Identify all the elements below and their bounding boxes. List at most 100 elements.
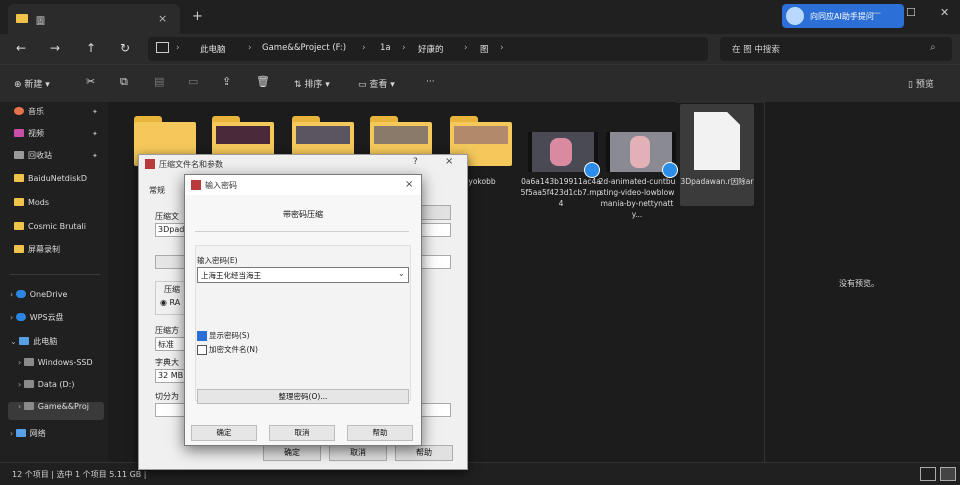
sidebar-item-label: Windows-SSD: [37, 358, 93, 367]
close-window-button[interactable]: ✕: [940, 6, 949, 19]
sidebar-item-label: WPS云盘: [29, 313, 64, 322]
search-icon: ⌕: [930, 42, 936, 53]
chevron-down-icon[interactable]: ⌄: [398, 269, 405, 278]
video-preview: [550, 138, 572, 166]
sidebar-item-drive[interactable]: › Windows-SSD: [18, 358, 104, 376]
help-button[interactable]: 帮助: [395, 445, 453, 461]
view-button[interactable]: ▭ 查看 ▾: [358, 77, 395, 90]
delete-icon[interactable]: 🗑: [256, 75, 270, 88]
share-icon[interactable]: ⇪: [222, 75, 231, 88]
address-bar[interactable]: › 此电脑 › Game&&Project (F:) › 1a › 好康的 › …: [148, 37, 708, 61]
search-box[interactable]: 在 图 中搜索 ⌕: [720, 37, 952, 61]
dictionary-value: 32 MB: [158, 371, 184, 380]
new-button[interactable]: ⊕ 新建 ▾: [14, 77, 50, 90]
sidebar-item-label: Game&&Proj: [37, 402, 89, 411]
rename-icon[interactable]: ▭: [188, 75, 198, 88]
split-combo[interactable]: [155, 403, 187, 417]
dictionary-combo[interactable]: 32 MB: [155, 369, 187, 383]
breadcrumb-item[interactable]: 此电脑: [200, 43, 226, 55]
sidebar-item-folder[interactable]: Cosmic Brutali: [14, 222, 106, 240]
update-mode-combo[interactable]: [421, 255, 451, 269]
sidebar-item-label: 此电脑: [33, 337, 58, 346]
sidebar-item-this-pc[interactable]: ⌄ 此电脑: [10, 336, 102, 354]
breadcrumb-item[interactable]: 图: [480, 43, 489, 55]
sort-button[interactable]: ⇅ 排序 ▾: [294, 77, 330, 90]
breadcrumb-separator: ›: [362, 43, 366, 53]
sidebar-item-drive-selected[interactable]: › Game&&Proj: [8, 402, 104, 420]
breadcrumb-item[interactable]: 1a: [380, 43, 391, 53]
back-button[interactable]: ←: [16, 41, 26, 55]
method-label: 压缩方: [155, 326, 179, 335]
show-password-label: 显示密码(S): [209, 331, 250, 340]
maximize-button[interactable]: ☐: [906, 6, 916, 19]
close-icon[interactable]: ×: [445, 156, 453, 167]
breadcrumb-item[interactable]: 好康的: [418, 43, 444, 55]
breadcrumb-separator: ›: [464, 43, 468, 53]
tab-bar: 圖 × + 向同应AI助手提问 — ☐ ✕: [0, 0, 960, 34]
folder-thumbnail: [374, 126, 428, 144]
sidebar-item-network[interactable]: › 网络: [10, 428, 102, 446]
split-unit-combo[interactable]: [421, 403, 451, 417]
video-icon: [14, 129, 24, 137]
password-input[interactable]: 上海王化经当海王 ⌄: [197, 267, 409, 283]
help-icon[interactable]: ?: [413, 157, 418, 167]
file-name: 3Dpadawan.r因除ar: [680, 177, 754, 186]
sidebar-item-onedrive[interactable]: › OneDrive: [10, 290, 102, 308]
method-combo[interactable]: 标准: [155, 337, 187, 351]
sidebar-item-folder[interactable]: Mods: [14, 198, 106, 216]
divider: [195, 231, 409, 232]
video-thumbnail[interactable]: [606, 132, 678, 178]
archive-name-field[interactable]: 3Dpad: [155, 223, 187, 237]
format-rar-radio[interactable]: ◉ RA: [160, 298, 180, 307]
details-pane-button[interactable]: ▯ 预览: [908, 77, 934, 90]
cancel-button[interactable]: 取消: [269, 425, 335, 441]
preview-empty-text: 没有预览。: [839, 279, 879, 288]
copy-icon[interactable]: ⧉: [120, 75, 128, 89]
navigation-pane: 音乐 ✦ 视频 ✦ 回收站 ✦ BaiduNetdiskD Mods Cosmi…: [0, 102, 108, 462]
sidebar-item-folder[interactable]: 屏幕录制: [14, 244, 106, 262]
preview-pane: 没有预览。: [764, 102, 960, 462]
archive-name-label: 压缩文: [155, 212, 179, 221]
dialog-heading: 带密码压缩: [283, 210, 323, 219]
tiles-view-icon[interactable]: [940, 467, 956, 481]
refresh-button[interactable]: ↻: [120, 41, 130, 55]
ok-button[interactable]: 确定: [263, 445, 321, 461]
ok-button[interactable]: 确定: [191, 425, 257, 441]
sidebar-item-label: 音乐: [28, 107, 44, 116]
close-icon[interactable]: ×: [405, 179, 413, 190]
browse-button[interactable]: [421, 205, 451, 220]
folder-thumbnail: [454, 126, 508, 144]
sidebar-item-drive[interactable]: › Data (D:): [18, 380, 104, 398]
music-icon: [14, 107, 24, 115]
profiles-button[interactable]: [155, 255, 187, 269]
details-view-icon[interactable]: [920, 467, 936, 481]
up-button[interactable]: ↑: [86, 41, 96, 55]
tab-general[interactable]: 常规: [149, 185, 165, 196]
sidebar-item-folder[interactable]: BaiduNetdiskD: [14, 174, 106, 192]
forward-button[interactable]: →: [50, 41, 60, 55]
video-thumbnail[interactable]: [528, 132, 600, 178]
sidebar-item-label: 视频: [28, 129, 44, 138]
help-button[interactable]: 帮助: [347, 425, 413, 441]
paste-icon[interactable]: ▤: [154, 75, 164, 88]
cancel-button[interactable]: 取消: [329, 445, 387, 461]
ai-assistant-badge[interactable]: 向同应AI助手提问: [782, 4, 904, 28]
minimize-button[interactable]: —: [870, 6, 881, 19]
explorer-tab[interactable]: 圖 ×: [8, 4, 180, 34]
sidebar-item-wps[interactable]: › WPS云盘: [10, 312, 102, 330]
status-text: 12 个项目 | 选中 1 个项目 5.11 GB |: [12, 470, 147, 479]
file-name: 2d-animated-cuntbusting-video-lowblowman…: [598, 177, 676, 219]
breadcrumb-item[interactable]: Game&&Project (F:): [262, 43, 346, 53]
encrypt-filenames-checkbox[interactable]: [197, 345, 207, 355]
organize-passwords-button[interactable]: 整理密码(O)...: [197, 389, 409, 404]
more-button[interactable]: ···: [426, 77, 435, 87]
cut-icon[interactable]: ✂: [86, 75, 95, 88]
new-tab-button[interactable]: +: [192, 9, 203, 24]
show-password-checkbox[interactable]: [197, 331, 207, 341]
profile-combo[interactable]: [421, 223, 451, 237]
sidebar-item-label: OneDrive: [29, 290, 68, 299]
drive-icon: [23, 358, 34, 366]
tab-close-icon[interactable]: ×: [158, 12, 167, 25]
format-label: 压缩: [164, 285, 180, 294]
folder-thumbnail: [216, 126, 270, 144]
